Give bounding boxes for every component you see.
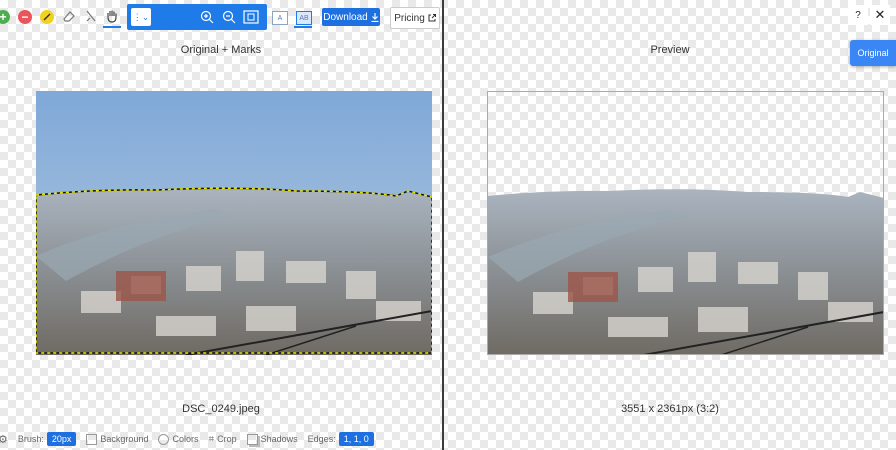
pencil-icon [43, 13, 51, 21]
original-pane: + − ⋮⌄ A AB Download Pricing Original + … [0, 0, 442, 450]
zoom-out-icon [222, 10, 236, 24]
background-button[interactable]: Background [86, 433, 149, 445]
active-view-indicator [294, 26, 312, 28]
brush-button[interactable] [84, 9, 98, 23]
download-label: Download [323, 11, 368, 23]
pan-button[interactable] [104, 8, 120, 24]
download-icon [371, 12, 379, 22]
cutout-cityscape-photo [488, 189, 883, 354]
main-toolbar: + − ⋮⌄ A AB Download Pricing [0, 2, 442, 32]
remove-mark-button[interactable]: − [18, 10, 32, 24]
brush-size-control[interactable]: Brush: 20px [18, 432, 77, 446]
active-tool-indicator [103, 26, 121, 28]
view-split-label: AB [299, 14, 309, 22]
mode-select[interactable]: ⋮⌄ [131, 8, 151, 26]
chevron-down-icon: ⋮⌄ [132, 11, 150, 22]
fit-button[interactable] [243, 9, 259, 25]
view-single-button[interactable]: A [272, 11, 288, 25]
shadows-label: Shadows [260, 434, 298, 444]
paris-cityscape-photo [36, 91, 432, 355]
minus-icon: − [21, 10, 29, 24]
add-mark-button[interactable]: + [0, 10, 10, 24]
crop-button[interactable]: ⌗ Crop [208, 434, 236, 445]
original-toggle-button[interactable]: Original [850, 40, 896, 66]
brush-label: Brush: [17, 434, 44, 444]
colors-button[interactable]: Colors [158, 433, 199, 445]
close-button[interactable]: ✕ [870, 5, 890, 25]
crop-icon: ⌗ [208, 433, 215, 445]
preview-pane-title: Preview [650, 44, 690, 56]
highlight-button[interactable] [40, 10, 54, 24]
help-icon: ? [855, 9, 861, 21]
shadows-icon [246, 433, 258, 445]
colors-icon [158, 433, 170, 445]
brush-icon [86, 10, 96, 22]
plus-icon: + [0, 10, 7, 24]
background-icon [86, 433, 98, 445]
settings-icon[interactable]: ⚙ [0, 433, 8, 446]
original-pane-title: Original + Marks [180, 44, 262, 56]
original-toggle-label: Original [857, 48, 889, 58]
preview-dimensions: 3551 x 2361px (3:2) [621, 403, 719, 415]
edges-control[interactable]: Edges: 1, 1, 0 [308, 432, 374, 446]
preview-pane: ? ✕ Preview Original 3551 x 2361px (3:2) [444, 0, 896, 450]
pricing-button[interactable]: Pricing [390, 7, 440, 29]
zoom-out-button[interactable] [221, 9, 237, 25]
edges-label: Edges: [307, 434, 336, 444]
fit-icon [243, 10, 259, 24]
edges-value-badge[interactable]: 1, 1, 0 [338, 432, 374, 446]
hand-icon [107, 10, 117, 23]
original-filename: DSC_0249.jpeg [182, 403, 260, 415]
pricing-label: Pricing [394, 12, 425, 24]
help-button[interactable]: ? [848, 5, 868, 25]
eraser-icon [63, 11, 75, 22]
external-link-icon [428, 14, 436, 22]
close-icon: ✕ [874, 7, 886, 22]
view-single-label: A [277, 14, 283, 22]
view-controls: ⋮⌄ [127, 4, 267, 30]
zoom-in-icon [200, 10, 214, 24]
bottom-toolbar: ⚙ Brush: 20px Background Colors ⌗ Crop S… [0, 428, 442, 450]
crop-label: Crop [217, 434, 237, 444]
view-split-button[interactable]: AB [296, 11, 312, 25]
brush-size-badge[interactable]: 20px [46, 432, 77, 446]
colors-label: Colors [172, 434, 199, 444]
shadows-button[interactable]: Shadows [246, 433, 298, 445]
preview-image[interactable] [487, 91, 884, 355]
download-button[interactable]: Download [322, 8, 380, 26]
zoom-in-button[interactable] [199, 9, 215, 25]
eraser-button[interactable] [62, 9, 76, 23]
original-image[interactable] [36, 91, 432, 355]
background-label: Background [100, 434, 149, 444]
